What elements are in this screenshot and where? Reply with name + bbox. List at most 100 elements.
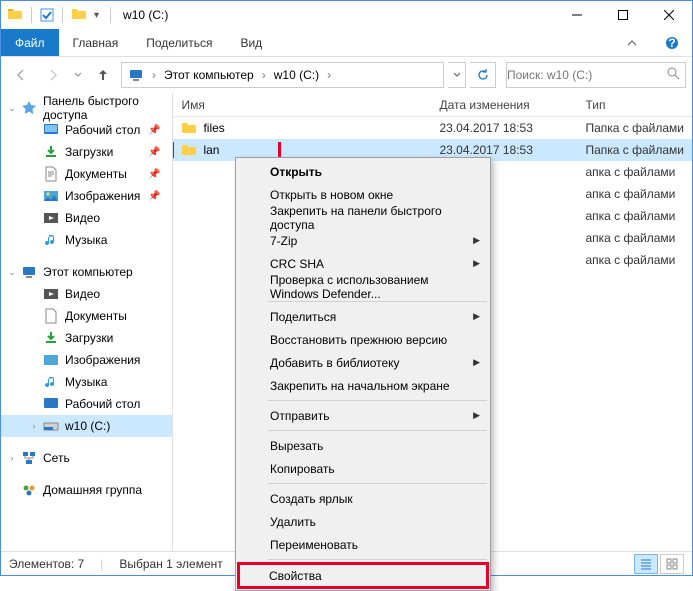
downloads-icon	[43, 144, 59, 160]
menu-copy[interactable]: Копировать	[238, 457, 488, 480]
nav-label: Документы	[65, 167, 127, 181]
file-row[interactable]: files 23.04.2017 18:53 Папка с файлами	[173, 117, 692, 139]
file-name: lan	[203, 143, 219, 157]
qat-overflow-icon[interactable]: ▾	[91, 10, 102, 21]
nav-music[interactable]: Музыка	[1, 229, 172, 251]
nav-quick-access[interactable]: ⌄ Панель быстрого доступа	[1, 97, 172, 119]
tab-file[interactable]: Файл	[1, 29, 59, 56]
menu-defender[interactable]: Проверка с использованием Windows Defend…	[238, 275, 488, 298]
crumb-pc[interactable]: Этот компьютер	[160, 68, 258, 82]
folder-icon	[181, 120, 197, 136]
column-name[interactable]: Имя	[173, 98, 431, 112]
menu-separator	[268, 400, 487, 401]
submenu-arrow-icon: ▶	[473, 235, 480, 246]
file-date: 23.04.2017 18:53	[431, 121, 577, 135]
expand-icon[interactable]: ›	[7, 453, 17, 463]
file-date: 23.04.2017 18:53	[431, 143, 577, 157]
expand-icon[interactable]: ›	[29, 421, 39, 431]
nav-pc-music[interactable]: Музыка	[1, 371, 172, 393]
chevron-right-icon[interactable]: ›	[325, 68, 333, 82]
column-date[interactable]: Дата изменения	[431, 98, 577, 112]
menu-pin-start[interactable]: Закрепить на начальном экране	[238, 374, 488, 397]
nav-network[interactable]: › Сеть	[1, 447, 172, 469]
nav-pc-pictures[interactable]: Изображения	[1, 349, 172, 371]
menu-restore[interactable]: Восстановить прежнюю версию	[238, 328, 488, 351]
tab-view[interactable]: Вид	[226, 29, 276, 56]
title-bar: ▾ w10 (C:)	[1, 1, 692, 29]
menu-separator	[268, 301, 487, 302]
menu-rename[interactable]: Переименовать	[238, 533, 488, 556]
refresh-button[interactable]	[470, 62, 496, 88]
nav-label: Музыка	[65, 375, 107, 389]
menu-share[interactable]: Поделиться▶	[238, 305, 488, 328]
chevron-right-icon[interactable]: ›	[260, 68, 268, 82]
view-details-button[interactable]	[634, 554, 658, 574]
pictures-icon	[43, 188, 59, 204]
tab-home[interactable]: Главная	[59, 29, 133, 56]
minimize-button[interactable]	[554, 1, 600, 29]
close-button[interactable]	[646, 1, 692, 29]
search-icon[interactable]	[662, 67, 685, 83]
nav-pictures[interactable]: Изображения 📌	[1, 185, 172, 207]
pin-icon: 📌	[148, 125, 160, 136]
drive-icon	[43, 418, 59, 434]
qat-folder-icon[interactable]	[71, 6, 87, 25]
nav-homegroup[interactable]: Домашняя группа	[1, 479, 172, 501]
nav-pc-desktop[interactable]: Рабочий стол	[1, 393, 172, 415]
window-title: w10 (C:)	[123, 8, 168, 22]
search-input[interactable]	[507, 68, 662, 82]
documents-icon	[43, 308, 59, 324]
help-icon[interactable]: ?	[652, 29, 692, 56]
downloads-icon	[43, 330, 59, 346]
breadcrumb[interactable]: › Этот компьютер › w10 (C:) ›	[121, 62, 444, 88]
menu-cut[interactable]: Вырезать	[238, 434, 488, 457]
up-button[interactable]	[89, 61, 117, 89]
expand-icon[interactable]: ⌄	[7, 267, 17, 278]
address-dropdown-icon[interactable]	[448, 62, 466, 88]
back-button[interactable]	[7, 61, 35, 89]
tab-share[interactable]: Поделиться	[132, 29, 226, 56]
file-type: Папка с файлами	[577, 121, 692, 135]
nav-pc-videos[interactable]: Видео	[1, 283, 172, 305]
status-item-count: Элементов: 7	[9, 557, 84, 571]
chevron-right-icon[interactable]: ›	[150, 68, 158, 82]
status-selected: Выбран 1 элемент	[119, 557, 222, 571]
nav-label: Сеть	[43, 451, 70, 465]
nav-label: Загрузки	[65, 145, 113, 159]
nav-pc-drive[interactable]: › w10 (C:)	[1, 415, 172, 437]
nav-videos[interactable]: Видео	[1, 207, 172, 229]
column-type[interactable]: Тип	[577, 98, 692, 112]
ribbon-collapse-icon[interactable]	[612, 29, 652, 56]
nav-pc-downloads[interactable]: Загрузки	[1, 327, 172, 349]
menu-open[interactable]: Открыть	[238, 160, 488, 183]
menu-7zip[interactable]: 7-Zip▶	[238, 229, 488, 252]
nav-this-pc[interactable]: ⌄ Этот компьютер	[1, 261, 172, 283]
search-box[interactable]	[506, 62, 686, 88]
recent-dropdown-icon[interactable]	[71, 61, 85, 89]
nav-pc-documents[interactable]: Документы	[1, 305, 172, 327]
music-icon	[43, 374, 59, 390]
maximize-button[interactable]	[600, 1, 646, 29]
menu-add-library[interactable]: Добавить в библиотеку▶	[238, 351, 488, 374]
crumb-drive[interactable]: w10 (C:)	[270, 68, 323, 82]
pin-icon: 📌	[148, 191, 160, 202]
submenu-arrow-icon: ▶	[473, 410, 480, 421]
expand-icon[interactable]: ⌄	[7, 103, 17, 114]
menu-delete[interactable]: Удалить	[238, 510, 488, 533]
nav-label: Рабочий стол	[65, 397, 140, 411]
pin-icon: 📌	[148, 147, 160, 158]
menu-send-to[interactable]: Отправить▶	[238, 404, 488, 427]
menu-create-shortcut[interactable]: Создать ярлык	[238, 487, 488, 510]
nav-documents[interactable]: Документы 📌	[1, 163, 172, 185]
menu-pin-quick-access[interactable]: Закрепить на панели быстрого доступа	[238, 206, 488, 229]
menu-separator	[268, 483, 487, 484]
nav-downloads[interactable]: Загрузки 📌	[1, 141, 172, 163]
nav-desktop[interactable]: Рабочий стол 📌	[1, 119, 172, 141]
nav-label: Документы	[65, 309, 127, 323]
view-icons-button[interactable]	[660, 554, 684, 574]
address-row: › Этот компьютер › w10 (C:) ›	[1, 57, 692, 93]
forward-button[interactable]	[39, 61, 67, 89]
qat-checkbox-icon[interactable]	[40, 8, 54, 22]
file-type: апка с файлами	[577, 209, 692, 223]
nav-label: Домашняя группа	[43, 483, 142, 497]
